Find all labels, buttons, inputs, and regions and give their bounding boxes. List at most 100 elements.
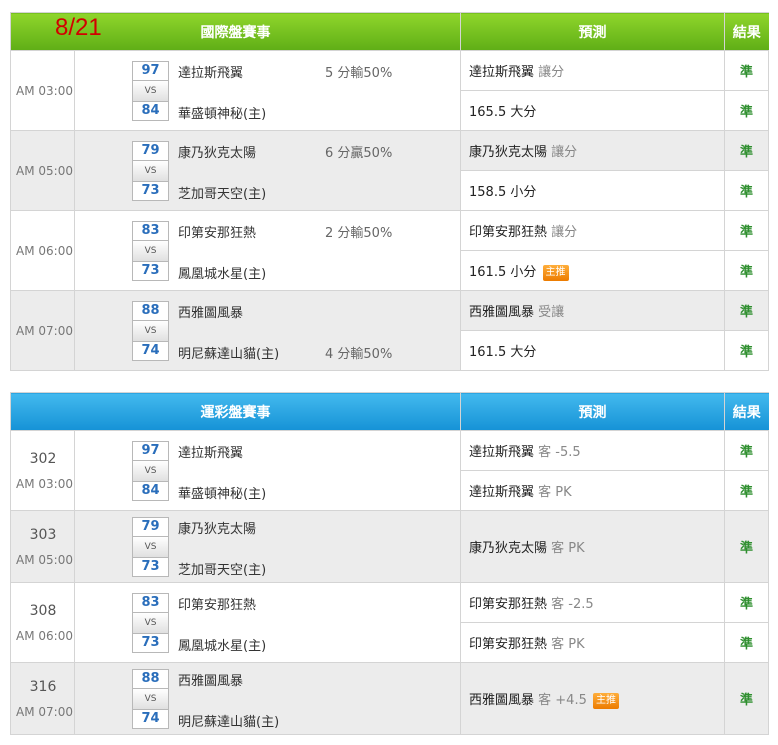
away-score: 88	[132, 300, 169, 321]
vs-label: VS	[132, 80, 169, 101]
home-team[interactable]: 華盛頓神秘(主)	[178, 103, 266, 122]
result-cell: 準	[724, 622, 769, 663]
lottery-title: 運彩盤賽事	[10, 392, 461, 431]
matchup: 79 VS 73 康乃狄克太陽 芝加哥天空(主) 6 分贏50%	[75, 140, 460, 202]
prediction-cell: 達拉斯飛翼 客 -5.5	[460, 430, 725, 471]
matchup-cell: 97 VS 84 達拉斯飛翼 華盛頓神秘(主) 5 分輸50%	[74, 50, 461, 131]
table-row: 303 AM 05:00 79 VS 73 康乃狄克太陽 芝加哥天空(主) 康乃…	[10, 510, 769, 583]
away-score: 79	[132, 140, 169, 161]
home-team[interactable]: 芝加哥天空(主)	[178, 559, 266, 578]
matchup: 97 VS 84 達拉斯飛翼 華盛頓神秘(主) 5 分輸50%	[75, 60, 460, 122]
prediction-text: 165.5 大分	[469, 105, 537, 120]
game-time: AM 03:00	[16, 476, 73, 491]
prediction-detail: 客 PK	[551, 637, 585, 652]
away-team[interactable]: 康乃狄克太陽	[178, 518, 256, 537]
game-time: AM 07:00	[16, 323, 73, 338]
away-score: 97	[132, 440, 169, 461]
lottery-header-row: 運彩盤賽事 預測 結果	[10, 392, 769, 431]
spread-result: 6 分贏50%	[325, 145, 393, 161]
score-box: 83 VS 73	[132, 592, 169, 653]
away-team[interactable]: 印第安那狂熱	[178, 594, 256, 613]
home-score: 73	[132, 180, 169, 201]
game-time-cell: AM 06:00	[10, 210, 75, 291]
away-score: 83	[132, 220, 169, 241]
prediction-detail: 客 +4.5	[538, 692, 587, 708]
date-label: 8/21	[55, 14, 102, 41]
home-team[interactable]: 鳳凰城水星(主)	[178, 263, 266, 282]
intl-games-table: 8/21 國際盤賽事 預測 結果 AM 03:00 97 VS 84 達拉斯飛翼…	[10, 12, 769, 371]
away-team[interactable]: 西雅圖風暴	[178, 670, 243, 689]
lottery-result-header: 結果	[724, 392, 769, 431]
game-time-cell: 308 AM 06:00	[10, 582, 75, 663]
matchup: 79 VS 73 康乃狄克太陽 芝加哥天空(主)	[75, 516, 460, 578]
home-team[interactable]: 明尼蘇達山貓(主)	[178, 711, 279, 730]
prediction-text: 達拉斯飛翼	[469, 485, 535, 500]
lottery-games-table: 運彩盤賽事 預測 結果 302 AM 03:00 97 VS 84 達拉斯飛翼 …	[10, 392, 769, 735]
game-time-cell: AM 07:00	[10, 290, 75, 371]
result-cell: 準	[724, 582, 769, 623]
home-score: 73	[132, 260, 169, 281]
result-cell: 準	[724, 130, 769, 171]
prediction-detail: 客 PK	[551, 541, 585, 556]
result-cell: 準	[724, 50, 769, 91]
game-time: AM 07:00	[16, 704, 73, 719]
away-team[interactable]: 康乃狄克太陽	[178, 142, 256, 161]
prediction-text: 西雅圖風暴	[469, 692, 535, 708]
matchup-cell: 97 VS 84 達拉斯飛翼 華盛頓神秘(主)	[74, 430, 461, 511]
game-time-cell: 316 AM 07:00	[10, 662, 75, 735]
prediction-cell: 康乃狄克太陽 讓分	[460, 130, 725, 171]
result-cell: 準	[724, 330, 769, 371]
game-number: 303	[29, 526, 57, 543]
result-cell: 準	[724, 510, 769, 583]
table-row: 316 AM 07:00 88 VS 74 西雅圖風暴 明尼蘇達山貓(主) 西雅…	[10, 662, 769, 735]
away-team[interactable]: 印第安那狂熱	[178, 222, 256, 241]
spread-result: 4 分輸50%	[325, 346, 393, 362]
spread-result: 2 分輸50%	[325, 225, 393, 241]
home-score: 74	[132, 340, 169, 361]
table-row: AM 06:00 83 VS 73 印第安那狂熱 鳳凰城水星(主) 2 分輸50…	[10, 210, 769, 291]
table-row: 302 AM 03:00 97 VS 84 達拉斯飛翼 華盛頓神秘(主) 達拉斯…	[10, 430, 769, 511]
prediction-cell: 達拉斯飛翼 讓分	[460, 50, 725, 91]
prediction-text: 西雅圖風暴	[469, 305, 535, 320]
table-row: 308 AM 06:00 83 VS 73 印第安那狂熱 鳳凰城水星(主) 印第…	[10, 582, 769, 663]
result-cell: 準	[724, 250, 769, 291]
matchup-cell: 83 VS 73 印第安那狂熱 鳳凰城水星(主) 2 分輸50%	[74, 210, 461, 291]
away-team[interactable]: 達拉斯飛翼	[178, 442, 243, 461]
featured-badge: 主推	[542, 264, 569, 281]
featured-badge: 主推	[593, 692, 619, 709]
away-team[interactable]: 西雅圖風暴	[178, 302, 243, 321]
prediction-cell: 達拉斯飛翼 客 PK	[460, 470, 725, 511]
game-time-cell: AM 03:00	[10, 50, 75, 131]
home-team[interactable]: 明尼蘇達山貓(主)	[178, 343, 279, 362]
spread-result: 5 分輸50%	[325, 65, 393, 81]
result-cell: 準	[724, 430, 769, 471]
intl-prediction-header: 預測	[460, 12, 725, 51]
game-number: 302	[29, 450, 57, 467]
prediction-text: 達拉斯飛翼	[469, 65, 535, 80]
game-time: AM 03:00	[16, 83, 73, 98]
prediction-cell: 西雅圖風暴 受讓	[460, 290, 725, 331]
result-cell: 準	[724, 470, 769, 511]
matchup: 97 VS 84 達拉斯飛翼 華盛頓神秘(主)	[75, 440, 460, 502]
home-team[interactable]: 華盛頓神秘(主)	[178, 483, 266, 502]
game-number: 316	[29, 678, 57, 695]
prediction-cell: 161.5 大分	[460, 330, 725, 371]
game-time-cell: 303 AM 05:00	[10, 510, 75, 583]
away-team[interactable]: 達拉斯飛翼	[178, 62, 243, 81]
prediction-detail: 讓分	[538, 65, 565, 80]
away-score: 79	[132, 516, 169, 537]
prediction-cell: 印第安那狂熱 客 PK	[460, 622, 725, 663]
intl-title-cell: 8/21 國際盤賽事	[10, 12, 461, 51]
home-score: 73	[132, 556, 169, 577]
prediction-cell: 165.5 大分	[460, 90, 725, 131]
score-box: 88 VS 74	[132, 668, 169, 729]
game-time: AM 05:00	[16, 552, 73, 567]
home-team[interactable]: 芝加哥天空(主)	[178, 183, 266, 202]
prediction-detail: 受讓	[538, 305, 565, 320]
score-box: 79 VS 73	[132, 140, 169, 201]
matchup-cell: 88 VS 74 西雅圖風暴 明尼蘇達山貓(主)	[74, 662, 461, 735]
matchup-cell: 79 VS 73 康乃狄克太陽 芝加哥天空(主) 6 分贏50%	[74, 130, 461, 211]
home-team[interactable]: 鳳凰城水星(主)	[178, 635, 266, 654]
matchup-cell: 79 VS 73 康乃狄克太陽 芝加哥天空(主)	[74, 510, 461, 583]
home-score: 73	[132, 632, 169, 653]
